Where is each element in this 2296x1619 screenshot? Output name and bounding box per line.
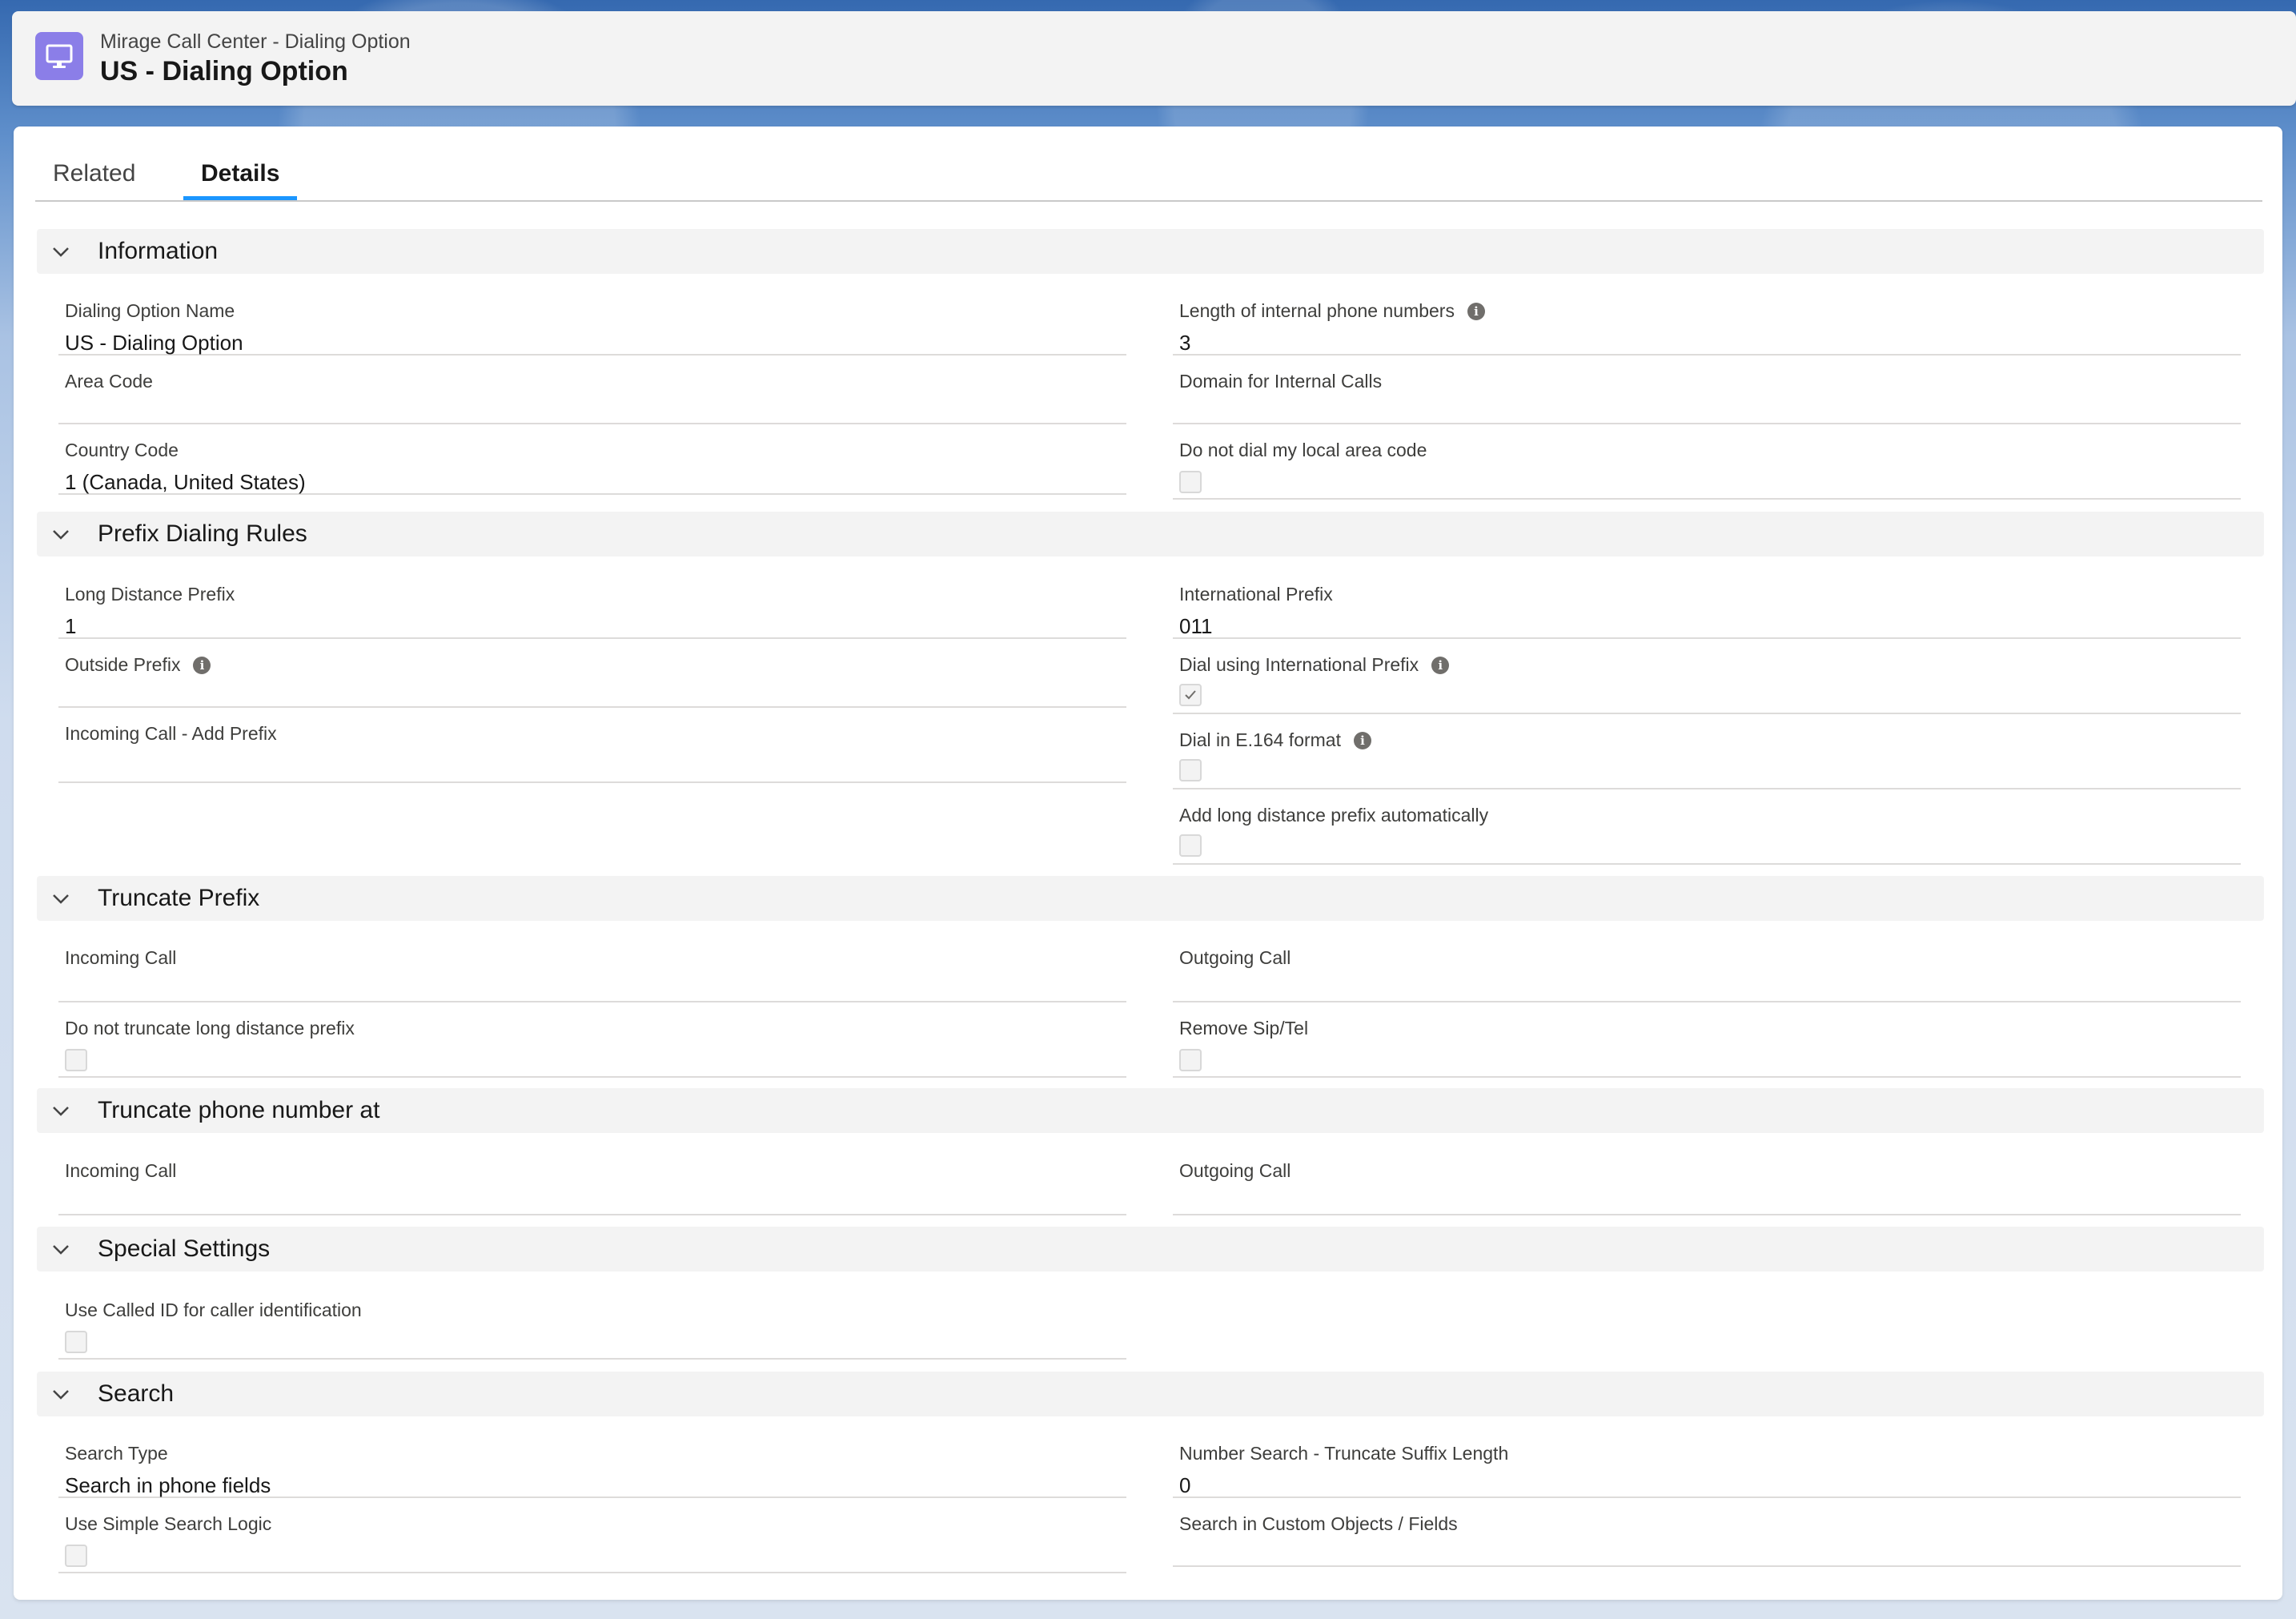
section-title: Special Settings (98, 1235, 271, 1262)
field-truncate-outgoing-call: Outgoing Call (1173, 932, 2241, 1002)
field-label-wrap: Dial using International Prefix i (1179, 653, 1450, 676)
field-label: Length of internal phone numbers (1179, 300, 1455, 321)
check-icon (1185, 690, 1196, 700)
field-value: 0 (1179, 1473, 1191, 1497)
field-add-long-distance-prefix: Add long distance prefix automatically (1173, 789, 2241, 865)
field-label-wrap: Dial in E.164 format i (1179, 729, 1371, 751)
field-label: Dial in E.164 format (1179, 729, 1341, 750)
field-international-prefix: International Prefix 011 (1173, 568, 2241, 639)
field-truncate-incoming-call: Incoming Call (58, 932, 1126, 1002)
field-truncate-number-incoming-call: Incoming Call (58, 1145, 1126, 1215)
tab-related[interactable]: Related (35, 157, 153, 200)
field-country-code: Country Code 1 (Canada, United States) (58, 424, 1126, 495)
checkbox-remove-sip-tel[interactable] (1179, 1049, 1202, 1071)
info-icon[interactable]: i (193, 657, 211, 674)
section-header-special-settings[interactable]: Special Settings (37, 1227, 2264, 1271)
field-label: Country Code (65, 440, 179, 460)
field-value: US - Dialing Option (65, 331, 243, 355)
field-label: Search in Custom Objects / Fields (1179, 1513, 1458, 1534)
field-dialing-option-name: Dialing Option Name US - Dialing Option (58, 285, 1126, 356)
field-value: 011 (1179, 614, 1213, 638)
chevron-down-icon (53, 1390, 69, 1400)
section-header-prefix-dialing-rules[interactable]: Prefix Dialing Rules (37, 512, 2264, 556)
field-label: Number Search - Truncate Suffix Length (1179, 1443, 1509, 1464)
field-area-code: Area Code (58, 356, 1126, 424)
field-label: Incoming Call (65, 1160, 177, 1181)
section-header-information[interactable]: Information (37, 229, 2264, 274)
field-value: 3 (1179, 331, 1191, 355)
section-title: Search (98, 1380, 175, 1407)
field-incoming-call-add-prefix: Incoming Call - Add Prefix (58, 708, 1126, 783)
field-value: 1 (Canada, United States) (65, 470, 306, 494)
field-label: Add long distance prefix automatically (1179, 805, 1489, 826)
field-label: Incoming Call (65, 947, 177, 968)
field-long-distance-prefix: Long Distance Prefix 1 (58, 568, 1126, 639)
field-truncate-suffix-length: Number Search - Truncate Suffix Length 0 (1173, 1428, 2241, 1498)
section-title: Information (98, 238, 219, 264)
checkbox-use-simple-search[interactable] (65, 1545, 87, 1567)
chevron-down-icon (53, 1245, 69, 1255)
field-label: Do not dial my local area code (1179, 440, 1427, 460)
field-label: Outgoing Call (1179, 947, 1291, 968)
section-header-truncate-phone-number[interactable]: Truncate phone number at (37, 1088, 2264, 1133)
checkbox-do-not-truncate[interactable] (65, 1049, 87, 1071)
field-label: Dialing Option Name (65, 300, 235, 321)
object-type-label: Mirage Call Center - Dialing Option (100, 30, 411, 53)
tab-details[interactable]: Details (183, 157, 298, 200)
field-dial-using-international-prefix: Dial using International Prefix i (1173, 639, 2241, 714)
checkbox-use-called-id[interactable] (65, 1331, 87, 1353)
field-dial-e164-format: Dial in E.164 format i (1173, 714, 2241, 789)
section-title: Prefix Dialing Rules (98, 520, 307, 547)
field-length-internal-numbers: Length of internal phone numbers i 3 (1173, 285, 2241, 356)
field-search-custom-objects: Search in Custom Objects / Fields (1173, 1498, 2241, 1567)
field-outside-prefix: Outside Prefix i (58, 639, 1126, 708)
checkbox-dial-e164-format[interactable] (1179, 759, 1202, 781)
record-header: Mirage Call Center - Dialing Option US -… (12, 11, 2296, 106)
field-use-simple-search-logic: Use Simple Search Logic (58, 1498, 1126, 1573)
section-header-truncate-prefix[interactable]: Truncate Prefix (37, 876, 2264, 921)
tab-bar: Related Details (35, 127, 2262, 202)
info-icon[interactable]: i (1431, 657, 1450, 674)
field-label: Domain for Internal Calls (1179, 371, 1383, 392)
record-title: US - Dialing Option (100, 56, 348, 86)
field-label: Use Called ID for caller identification (65, 1300, 362, 1320)
field-label: Outgoing Call (1179, 1160, 1291, 1181)
chevron-down-icon (53, 1107, 69, 1116)
chevron-down-icon (53, 247, 69, 257)
chevron-down-icon (53, 530, 69, 540)
section-title: Truncate Prefix (98, 885, 260, 911)
checkbox-dial-using-international-prefix[interactable] (1179, 684, 1202, 706)
field-label: Outside Prefix (65, 654, 181, 675)
section-title: Truncate phone number at (98, 1097, 380, 1123)
field-search-type: Search Type Search in phone fields (58, 1428, 1126, 1498)
field-label: Area Code (65, 371, 153, 392)
checkbox-add-long-distance-prefix[interactable] (1179, 834, 1202, 857)
field-do-not-dial-local: Do not dial my local area code (1173, 424, 2241, 500)
field-label: International Prefix (1179, 584, 1333, 605)
field-value: Search in phone fields (65, 1473, 271, 1497)
field-truncate-number-outgoing-call: Outgoing Call (1173, 1145, 2241, 1215)
info-icon[interactable]: i (1353, 732, 1371, 749)
field-label: Use Simple Search Logic (65, 1513, 272, 1534)
section-header-search[interactable]: Search (37, 1372, 2264, 1416)
field-label: Search Type (65, 1443, 168, 1464)
checkbox-do-not-dial-local[interactable] (1179, 471, 1202, 493)
field-label-wrap: Outside Prefix i (65, 653, 211, 676)
info-icon[interactable]: i (1467, 303, 1485, 320)
details-card: Related Details Information Dialing Opti… (14, 127, 2282, 1600)
field-domain-internal-calls: Domain for Internal Calls (1173, 356, 2241, 424)
chevron-down-icon (53, 894, 69, 904)
field-label: Do not truncate long distance prefix (65, 1018, 355, 1038)
field-label: Remove Sip/Tel (1179, 1018, 1309, 1038)
field-do-not-truncate-long-distance: Do not truncate long distance prefix (58, 1002, 1126, 1078)
field-remove-sip-tel: Remove Sip/Tel (1173, 1002, 2241, 1078)
field-value: 1 (65, 614, 77, 638)
field-label: Long Distance Prefix (65, 584, 235, 605)
field-label: Dial using International Prefix (1179, 654, 1419, 675)
desktop-monitor-icon (35, 32, 83, 80)
field-use-called-id: Use Called ID for caller identification (58, 1284, 1126, 1360)
field-label-wrap: Length of internal phone numbers i (1179, 299, 1485, 322)
field-label: Incoming Call - Add Prefix (65, 723, 277, 744)
